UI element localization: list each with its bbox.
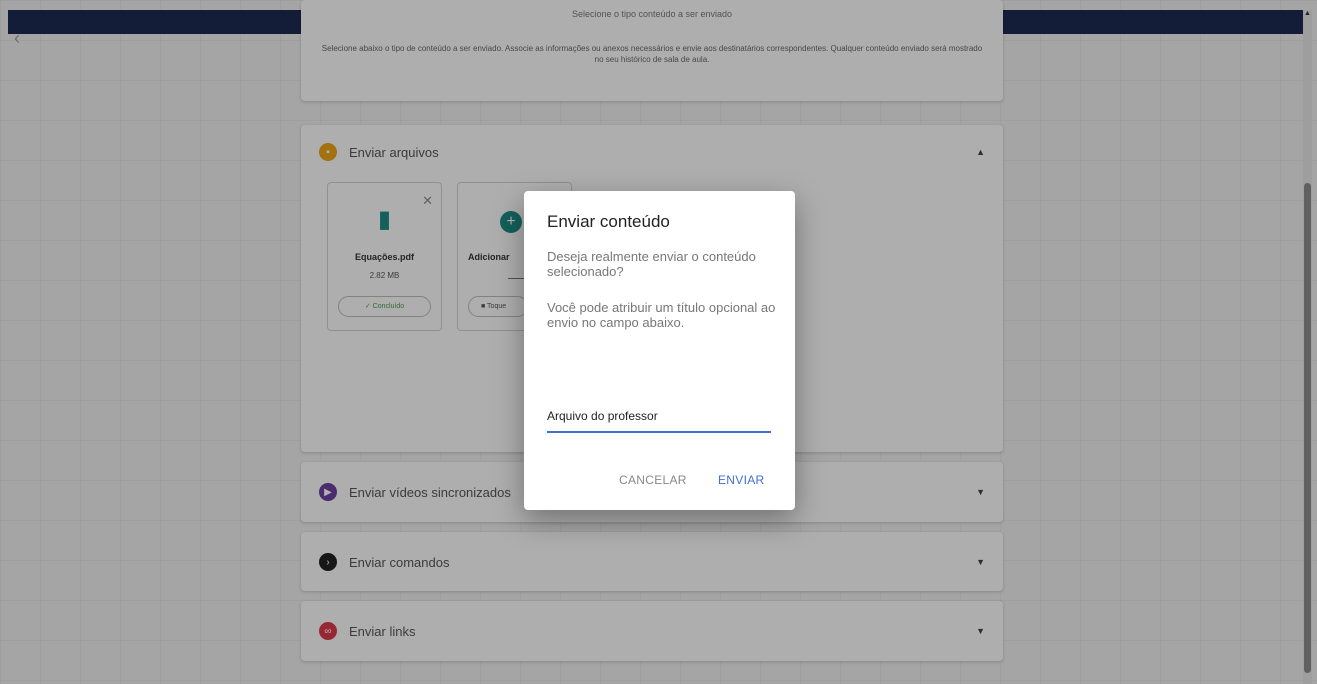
title-input[interactable] [547, 401, 771, 433]
dialog-info: Você pode atribuir um título opcional ao… [547, 300, 776, 330]
send-content-dialog: Enviar conteúdo Deseja realmente enviar … [524, 191, 795, 510]
cancel-button[interactable]: CANCELAR [619, 473, 687, 487]
dialog-title: Enviar conteúdo [547, 212, 670, 231]
dialog-question: Deseja realmente enviar o conteúdo selec… [547, 249, 756, 279]
send-button[interactable]: ENVIAR [718, 473, 764, 487]
